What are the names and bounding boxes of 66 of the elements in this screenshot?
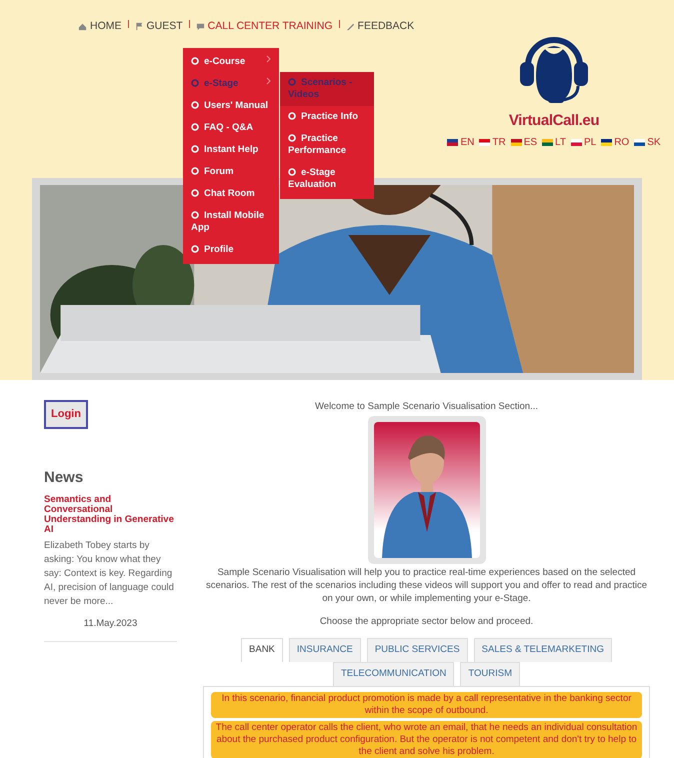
logo-text: VirtualCall.eu — [508, 111, 600, 131]
pencil-icon — [346, 22, 355, 32]
submenu-item[interactable]: Practice Info — [280, 106, 374, 128]
menu-item[interactable]: Users' Manual — [183, 95, 279, 117]
sector-tab[interactable]: BANK — [241, 638, 283, 662]
language-link[interactable]: SK — [634, 134, 661, 150]
menu-item[interactable]: Profile — [183, 239, 279, 261]
circle-icon — [191, 211, 199, 219]
menu-item[interactable]: Install Mobile App — [183, 205, 279, 239]
nav-link[interactable]: FEEDBACK — [346, 19, 414, 35]
flag-icon — [510, 138, 522, 146]
nav-link[interactable]: GUEST — [134, 19, 183, 35]
language-link[interactable]: ES — [510, 134, 538, 150]
circle-icon — [191, 167, 199, 175]
sector-tab[interactable]: TOURISM — [460, 662, 520, 686]
welcome-text: Welcome to Sample Scenario Visualisation Section... — [314, 400, 538, 414]
flag-icon — [634, 138, 646, 146]
circle-icon — [191, 123, 199, 131]
flag-icon — [447, 138, 458, 146]
menu-item[interactable]: Instant Help — [183, 139, 279, 161]
sector-tab[interactable]: TELECOMMUNICATION — [332, 662, 454, 686]
scenario-note: The call center operator calls the client, who wrote an email, that he needs an individual consultation about the purchased product configuration. But the operator is not competent and don't try to help to the client and solve his problem. — [211, 720, 642, 758]
nav-link[interactable]: HOME — [78, 19, 122, 35]
circle-icon — [191, 79, 199, 87]
language-link[interactable]: TR — [479, 134, 506, 150]
circle-icon — [191, 145, 199, 153]
news-date: 11.May.2023 — [82, 617, 138, 631]
news-heading: News — [44, 468, 84, 488]
flag-icon — [479, 138, 490, 146]
instruction-text: Choose the appropriate sector below and proceed. — [320, 615, 534, 630]
menu-item[interactable]: e-Course — [183, 51, 279, 73]
flag-icon — [542, 138, 554, 146]
menu-item[interactable]: FAQ - Q&A — [183, 117, 279, 139]
flag-icon — [570, 138, 582, 146]
sector-tab[interactable]: SALES & TELEMARKETING — [474, 638, 612, 662]
menu-item[interactable]: e-Stage — [183, 73, 279, 95]
flag-icon — [134, 22, 144, 32]
login-button[interactable]: Login — [44, 400, 88, 428]
circle-icon — [288, 134, 296, 142]
flag-icon — [601, 138, 612, 146]
separator — [188, 20, 190, 28]
menu-item[interactable]: Chat Room — [183, 183, 279, 205]
home-icon — [78, 22, 87, 32]
submenu-item[interactable]: Practice Performance — [280, 128, 374, 162]
nav-link[interactable]: CALL CENTER TRAINING — [196, 19, 333, 35]
sector-tab[interactable]: PUBLIC SERVICES — [366, 638, 468, 662]
submenu-item[interactable]: e-Stage Evaluation — [280, 162, 374, 196]
circle-icon — [191, 189, 199, 197]
language-link[interactable]: LT — [542, 134, 566, 150]
menu-item[interactable]: Forum — [183, 161, 279, 183]
separator — [338, 20, 340, 28]
language-link[interactable]: PL — [570, 134, 596, 150]
language-link[interactable]: EN — [447, 134, 474, 150]
news-headline[interactable]: Semantics and Conversational Understanding in Generative AI — [44, 495, 177, 535]
circle-icon — [288, 78, 296, 86]
news-summary: Elizabeth Tobey starts by asking: You know what they say: Context is key. Regarding AI, precision of language could never be more... — [44, 539, 175, 609]
speech-bubble-icon — [196, 22, 205, 32]
scenario-note: In this scenario, financial product promotion is made by a call representative in the banking sector within the scope of outbound. — [211, 692, 642, 718]
circle-icon — [288, 112, 296, 120]
circle-icon — [191, 245, 199, 253]
circle-icon — [191, 101, 199, 109]
intro-paragraph: Sample Scenario Visualisation will help you to practice real-time experiences based on the selected scenarios. The rest of the scenarios including these videos will support you and offer to read and practice on your own, or while implementing your e-Stage. — [204, 566, 648, 606]
language-link[interactable]: RO — [601, 134, 630, 150]
circle-icon — [288, 168, 296, 176]
sector-tab[interactable]: INSURANCE — [288, 638, 361, 662]
circle-icon — [191, 57, 199, 65]
